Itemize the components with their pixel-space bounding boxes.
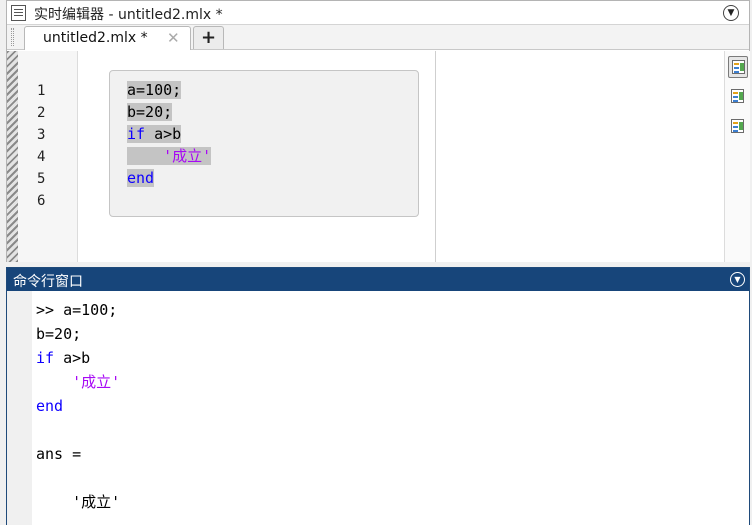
command-line: '成立' <box>36 370 120 394</box>
selection-highlight: end <box>127 169 155 187</box>
line-numbers: 1 2 3 4 5 6 <box>37 80 45 212</box>
tab-untitled2[interactable]: untitled2.mlx * ✕ <box>24 26 191 50</box>
command-line: >> a=100; <box>36 298 120 322</box>
output-inline-button[interactable] <box>728 56 748 78</box>
close-tab-icon[interactable]: ✕ <box>167 29 180 47</box>
code-token: b=20; <box>36 325 82 343</box>
output-pane <box>436 51 724 262</box>
selection-highlight: if a>b <box>127 125 182 143</box>
live-editor-panel: 实时编辑器 - untitled2.mlx * ▼ untitled2.mlx … <box>6 0 750 262</box>
command-window-title: 命令行窗口 <box>13 274 83 290</box>
selection-highlight: b=20; <box>127 103 173 121</box>
command-gutter <box>7 291 32 525</box>
editor-title-bar: 实时编辑器 - untitled2.mlx * ▼ <box>7 1 749 25</box>
code-token: end <box>36 397 64 415</box>
code-block[interactable]: a=100; b=20; if a>b '成立' end <box>109 70 419 217</box>
line-number: 5 <box>37 171 46 187</box>
hide-code-button[interactable] <box>728 116 748 138</box>
code-token: a>b <box>145 125 182 143</box>
code-token: '成立' <box>36 373 121 391</box>
line-number: 3 <box>37 127 46 143</box>
selection-highlight: a=100; <box>127 81 182 99</box>
command-line: end <box>36 394 120 418</box>
code-line[interactable]: '成立' <box>127 145 212 167</box>
command-line: '成立' <box>36 490 120 514</box>
line-number: 6 <box>37 193 46 209</box>
output-right-button[interactable] <box>728 86 748 108</box>
code-token: '成立' <box>36 493 121 511</box>
code-token: >> a=100; <box>36 301 118 319</box>
code-pane[interactable]: a=100; b=20; if a>b '成立' end <box>78 51 436 262</box>
command-window-header: 命令行窗口 ▼ <box>7 268 749 291</box>
code-token: a>b <box>54 349 91 367</box>
line-number: 1 <box>37 83 46 99</box>
code-line[interactable]: end <box>127 167 211 189</box>
modified-bar <box>7 51 18 262</box>
command-line: ans = <box>36 442 120 466</box>
live-script-icon <box>11 5 26 21</box>
code-token: if <box>36 349 55 367</box>
code-line[interactable]: if a>b <box>127 123 211 145</box>
view-toolbar <box>724 51 750 262</box>
command-line: if a>b <box>36 346 120 370</box>
command-line <box>36 418 120 442</box>
tab-strip: untitled2.mlx * ✕ + <box>7 25 749 50</box>
code-line[interactable]: b=20; <box>127 101 211 123</box>
code-line[interactable] <box>127 189 211 211</box>
hide-code-icon <box>731 119 744 133</box>
command-output[interactable]: >> a=100; b=20; if a>b '成立' end ans = '成立' <box>36 298 120 514</box>
line-number: 4 <box>37 149 46 165</box>
new-tab-button[interactable]: + <box>193 26 224 49</box>
line-number: 2 <box>37 105 46 121</box>
drag-grip-icon[interactable] <box>11 28 14 46</box>
code-token: end <box>127 169 155 187</box>
code-lines[interactable]: a=100; b=20; if a>b '成立' end <box>127 79 212 211</box>
tab-label: untitled2.mlx * <box>43 30 148 46</box>
selection-highlight: '成立' <box>127 147 212 165</box>
panel-menu-icon[interactable]: ▼ <box>723 5 739 21</box>
code-token: a=100; <box>127 81 182 99</box>
output-right-icon <box>731 89 744 103</box>
code-line[interactable]: a=100; <box>127 79 211 101</box>
command-line <box>36 466 120 490</box>
code-token: b=20; <box>127 103 173 121</box>
panel-menu-icon[interactable]: ▼ <box>730 272 745 287</box>
code-token: if <box>127 125 146 143</box>
command-line: b=20; <box>36 322 120 346</box>
editor-title: 实时编辑器 - untitled2.mlx * <box>34 7 223 23</box>
line-number-gutter: 1 2 3 4 5 6 <box>18 51 78 262</box>
output-inline-icon <box>732 60 745 74</box>
code-token: '成立' <box>127 147 212 165</box>
code-token: ans = <box>36 445 82 463</box>
command-window: 命令行窗口 ▼ >> a=100; b=20; if a>b '成立' end ans … <box>6 267 750 525</box>
edit-area: 1 2 3 4 5 6 a=100; b=20; if a>b '成立' end <box>7 51 750 262</box>
